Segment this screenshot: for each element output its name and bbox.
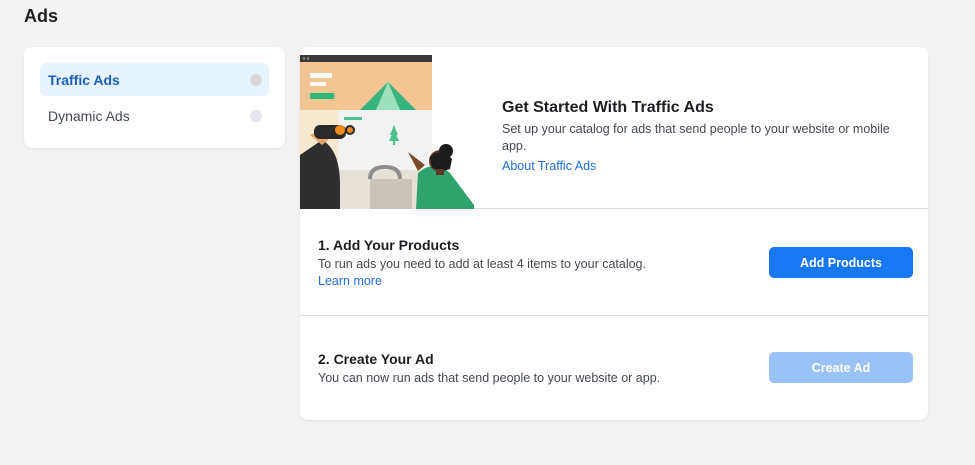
create-ad-button[interactable]: Create Ad	[769, 352, 913, 383]
status-dot-icon	[250, 109, 262, 122]
hero-subtitle: Set up your catalog for ads that send pe…	[502, 122, 890, 153]
hero-text: Get Started With Traffic Ads Set up your…	[502, 99, 902, 175]
traffic-ads-illustration	[300, 55, 474, 209]
step-title: 2. Create Your Ad	[318, 351, 434, 367]
page-title: Ads	[24, 6, 59, 26]
step-description: You can now run ads that send people to …	[318, 371, 661, 385]
step-create-ad: 2. Create Your Ad You can now run ads th…	[300, 317, 928, 420]
sidebar: Traffic Ads Dynamic Ads	[24, 47, 285, 148]
add-products-button[interactable]: Add Products	[769, 247, 913, 278]
step-add-products: 1. Add Your Products To run ads you need…	[300, 210, 928, 316]
hero-section: Get Started With Traffic Ads Set up your…	[300, 47, 928, 209]
step-title: 1. Add Your Products	[318, 237, 460, 253]
step-text: 2. Create Your Ad You can now run ads th…	[318, 351, 660, 386]
sidebar-item-label: Dynamic Ads	[48, 107, 130, 124]
about-traffic-ads-link[interactable]: About Traffic Ads	[502, 159, 596, 173]
learn-more-link[interactable]: Learn more	[318, 274, 382, 288]
sidebar-item-traffic-ads[interactable]: Traffic Ads	[40, 63, 269, 96]
step-text: 1. Add Your Products To run ads you need…	[318, 237, 646, 290]
sidebar-item-dynamic-ads[interactable]: Dynamic Ads	[40, 99, 269, 132]
hero-title: Get Started With Traffic Ads	[502, 99, 714, 116]
main-card: Get Started With Traffic Ads Set up your…	[300, 47, 928, 420]
status-dot-icon	[250, 73, 262, 86]
step-description: To run ads you need to add at least 4 it…	[318, 257, 646, 271]
sidebar-item-label: Traffic Ads	[48, 71, 120, 88]
